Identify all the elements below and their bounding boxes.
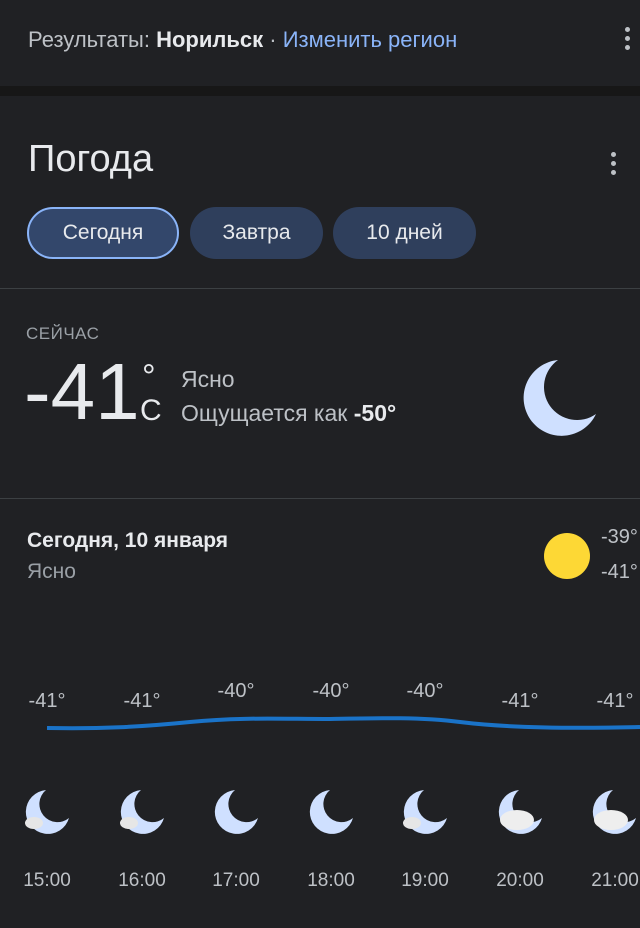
hour-temp: -40° (406, 680, 444, 702)
day-title: Сегодня, 10 января (27, 529, 229, 552)
moon-cloudy-icon (592, 790, 636, 834)
moon-cloud-icon (25, 790, 70, 834)
hour-time: 21:00 (591, 870, 639, 891)
day-condition: Ясно (27, 560, 76, 583)
feels-like-value: -50° (353, 400, 397, 426)
feels-like: Ощущается как -50° (181, 400, 396, 427)
weather-more-icon[interactable] (611, 152, 617, 179)
hour-time: 17:00 (212, 870, 260, 891)
tab-tomorrow[interactable]: Завтра (190, 207, 323, 259)
hour-time: 20:00 (496, 870, 544, 891)
more-options-icon[interactable] (625, 27, 631, 54)
hour-temp: -40° (217, 680, 255, 702)
hour-time: 16:00 (118, 870, 166, 891)
now-label: СЕЙЧАС (26, 324, 100, 343)
results-city: Норильск (156, 27, 264, 52)
degree-symbol: ° (142, 358, 156, 396)
day-high: -39° (601, 526, 638, 548)
moon-cloud-icon (120, 790, 164, 834)
hour-time: 15:00 (23, 870, 71, 891)
temperature-line (46, 716, 640, 731)
results-location: Результаты: Норильск · Изменить регион (28, 27, 457, 53)
weather-title: Погода (28, 138, 154, 180)
feels-like-label: Ощущается как (181, 400, 354, 426)
moon-icon (523, 360, 596, 436)
divider (0, 288, 640, 289)
temperature-unit[interactable]: C (140, 394, 162, 428)
current-condition: Ясно (181, 366, 235, 392)
tab-today[interactable]: Сегодня (27, 207, 179, 259)
results-prefix: Результаты: (28, 27, 157, 52)
section-divider (0, 86, 640, 96)
results-separator: · (263, 27, 283, 52)
search-results-bar: Результаты: Норильск · Изменить регион (0, 0, 640, 86)
tab-10-days[interactable]: 10 дней (333, 207, 476, 259)
hour-time: 18:00 (307, 870, 355, 891)
divider (0, 498, 640, 499)
moon-icon (309, 790, 353, 834)
day-low: -41° (601, 561, 638, 583)
hour-temp: -40° (312, 680, 350, 702)
current-temperature: -41 (24, 347, 140, 436)
sun-icon (544, 533, 590, 579)
moon-cloud-icon (403, 790, 447, 834)
moon-icon (214, 790, 258, 834)
moon-cloudy-icon (498, 790, 542, 834)
hour-time: 19:00 (401, 870, 449, 891)
change-region-link[interactable]: Изменить регион (283, 27, 458, 52)
